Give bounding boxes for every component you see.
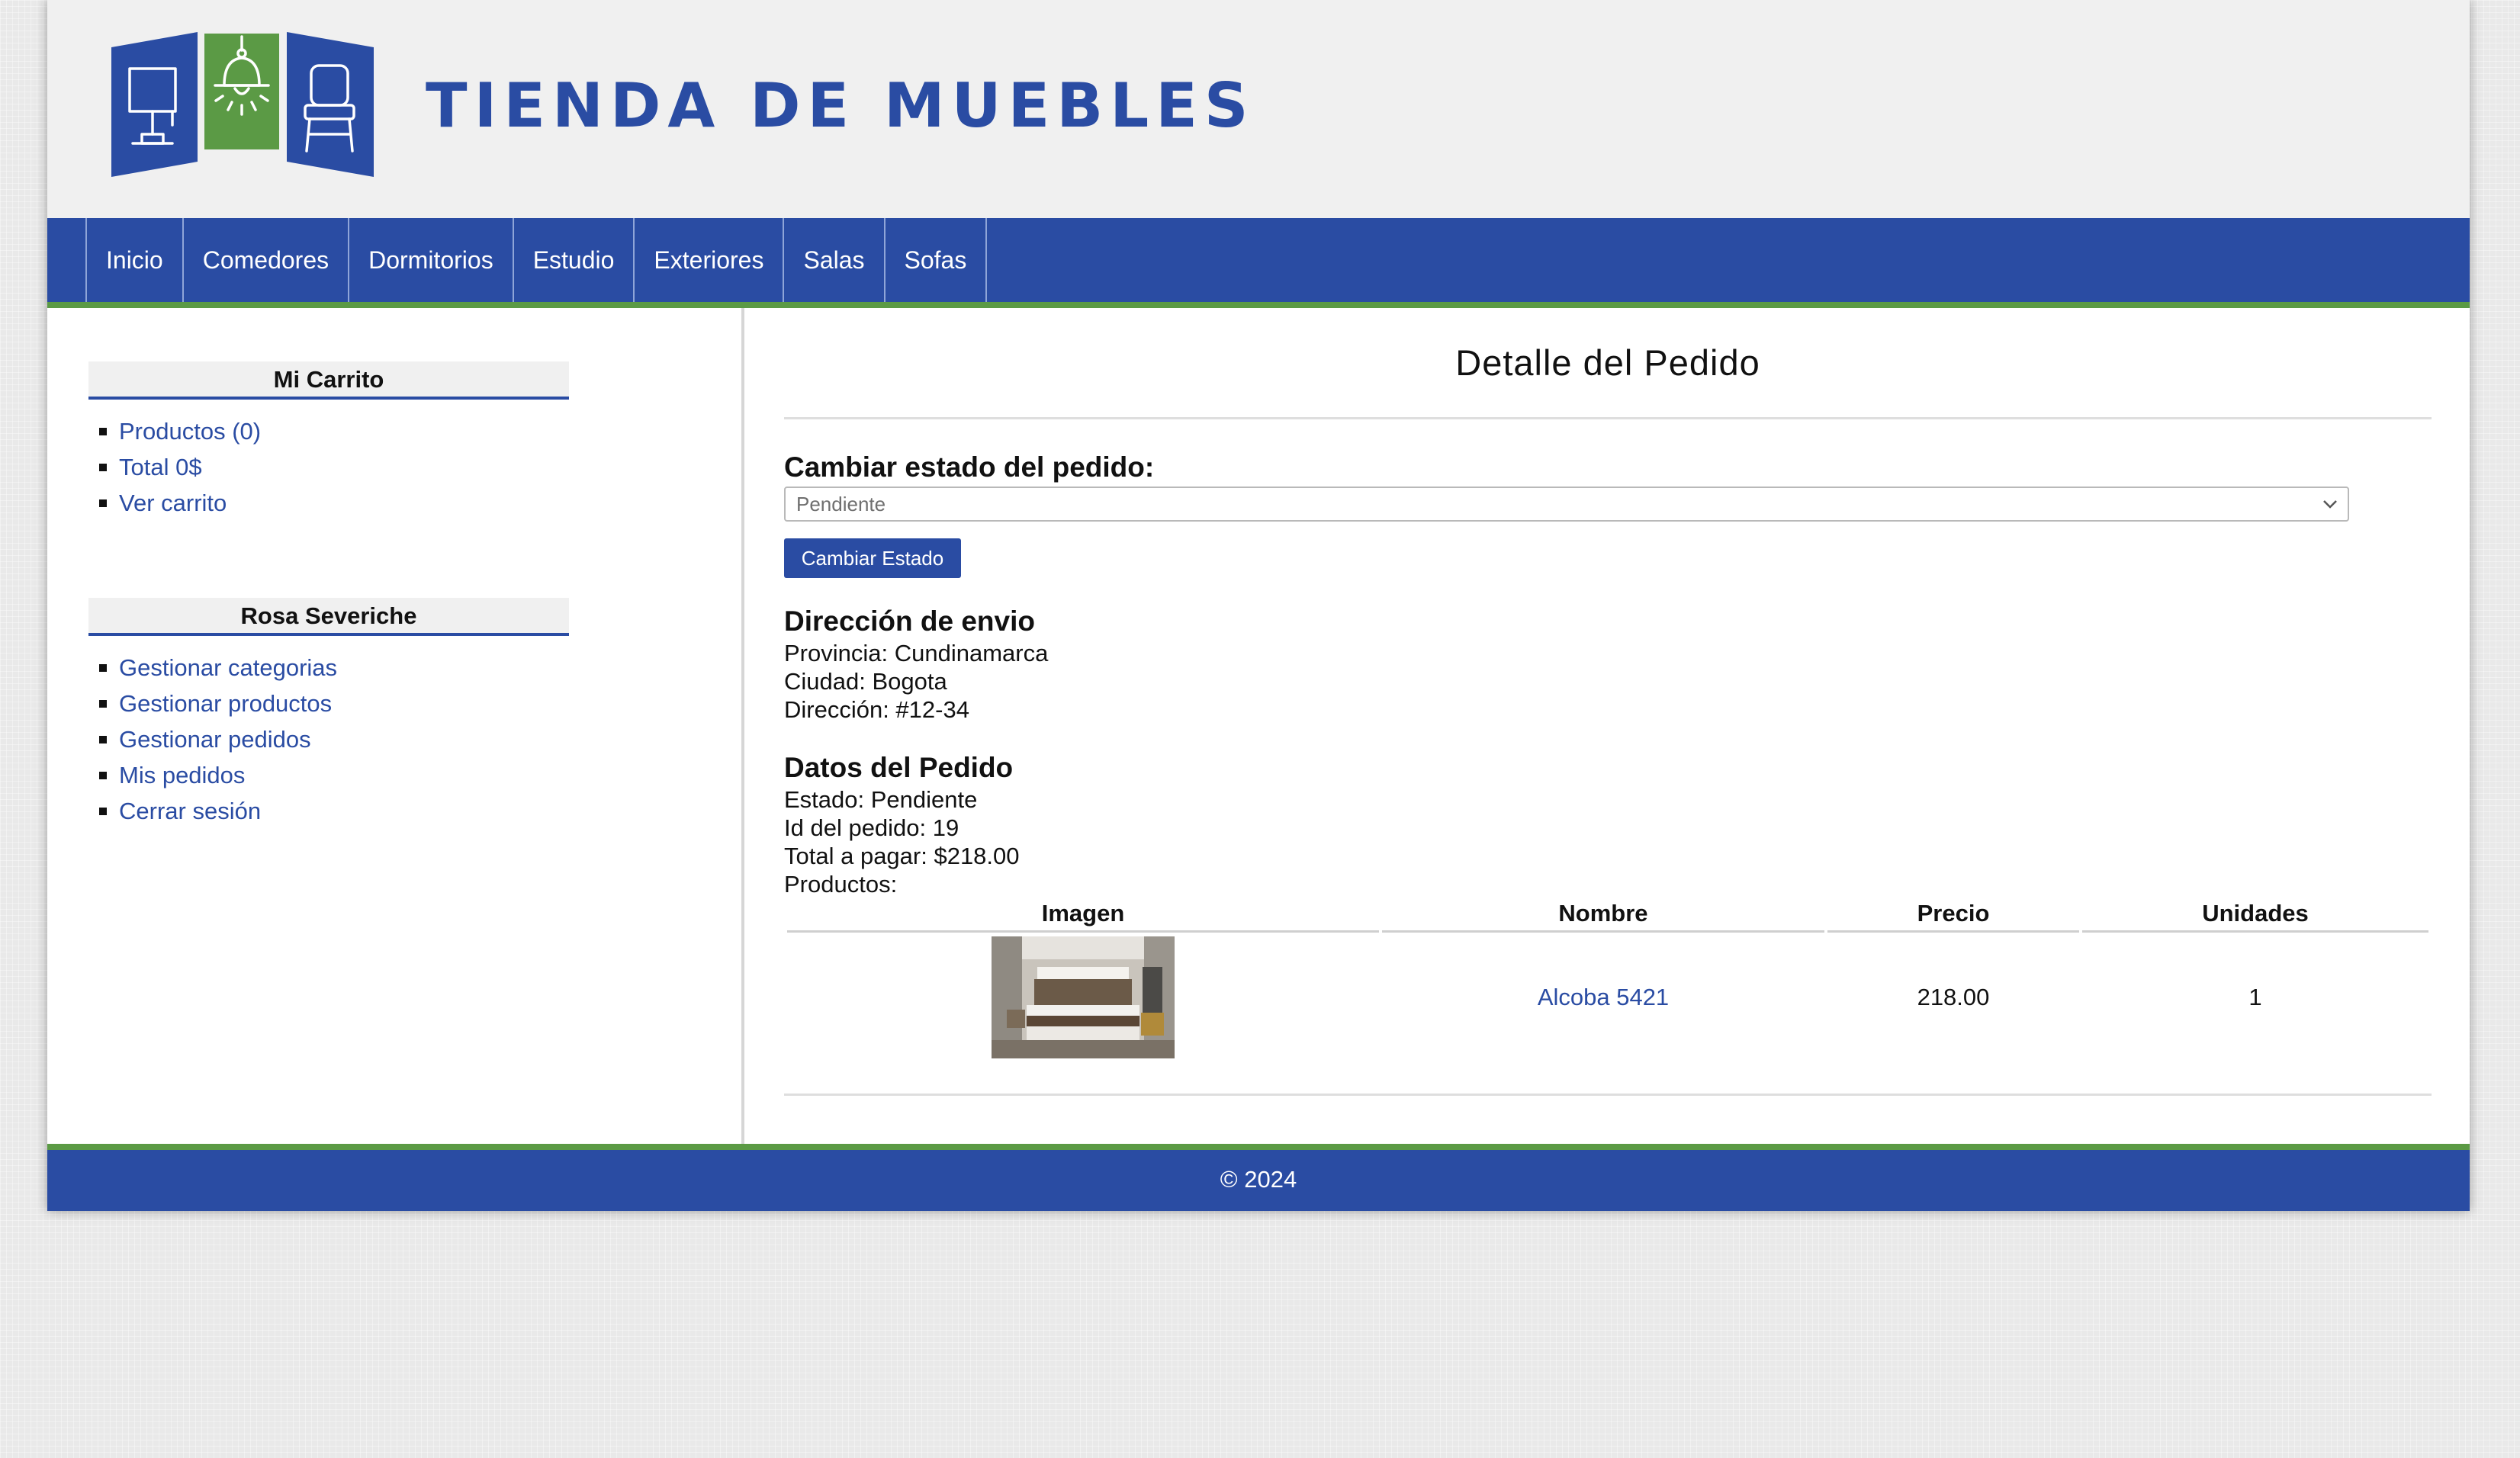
shipping-address-details: Provincia: Cundinamarca Ciudad: Bogota D… (784, 639, 1048, 724)
main-navigation: Inicio Comedores Dormitorios Estudio Ext… (47, 218, 2470, 308)
user-menu-list: Gestionar categorias Gestionar productos… (88, 650, 569, 829)
cart-products-link[interactable]: Productos (0) (88, 413, 569, 449)
my-orders-link[interactable]: Mis pedidos (88, 757, 569, 793)
nav-item-estudio[interactable]: Estudio (512, 218, 634, 302)
nav-item-salas[interactable]: Salas (783, 218, 883, 302)
column-header-image: Imagen (787, 897, 1379, 933)
cart-block-title: Mi Carrito (88, 361, 569, 400)
order-status-select[interactable]: Pendiente (784, 487, 2349, 522)
view-cart-link[interactable]: Ver carrito (88, 485, 569, 521)
order-id: Id del pedido: 19 (784, 814, 959, 841)
table-row-units-cell: 1 (2248, 984, 2262, 1010)
manage-products-link[interactable]: Gestionar productos (88, 686, 569, 721)
column-header-units: Unidades (2082, 897, 2428, 933)
column-header-price: Precio (1827, 897, 2079, 933)
nav-item-sofas[interactable]: Sofas (883, 218, 988, 302)
shipping-address-title: Dirección de envio (784, 605, 1035, 637)
table-row-name-cell: Alcoba 5421 (1382, 936, 1824, 1058)
table-row-price-cell: 218.00 (1917, 984, 1990, 1010)
user-name-title: Rosa Severiche (88, 598, 569, 636)
product-image[interactable] (992, 936, 1175, 1058)
column-header-name: Nombre (1382, 897, 1824, 933)
manage-categories-link[interactable]: Gestionar categorias (88, 650, 569, 686)
nav-item-exteriores[interactable]: Exteriores (633, 218, 783, 302)
site-footer: © 2024 (47, 1144, 2470, 1211)
order-total: Total a pagar: $218.00 (784, 843, 1020, 869)
order-products-label: Productos: (784, 871, 898, 898)
nav-item-dormitorios[interactable]: Dormitorios (348, 218, 513, 302)
product-name-link[interactable]: Alcoba 5421 (1538, 984, 1669, 1011)
order-data-title: Datos del Pedido (784, 752, 1014, 783)
nav-item-inicio[interactable]: Inicio (85, 218, 182, 302)
order-data-details: Estado: Pendiente Id del pedido: 19 Tota… (784, 785, 1020, 898)
nav-item-comedores[interactable]: Comedores (182, 218, 348, 302)
sidebar: Mi Carrito Productos (0) Total 0$ Ver ca… (47, 308, 744, 1144)
change-status-label: Cambiar estado del pedido: (784, 451, 1155, 483)
order-status: Estado: Pendiente (784, 786, 978, 813)
table-row-image-cell (787, 936, 1379, 1058)
table-bottom-divider (784, 1094, 2432, 1096)
chevron-down-icon (2323, 500, 2337, 509)
logout-link[interactable]: Cerrar sesión (88, 793, 569, 829)
page-wrapper: TIENDA DE MUEBLES Inicio Comedores Dormi… (47, 0, 2470, 1211)
furniture-store-logo-icon[interactable] (110, 32, 374, 177)
cart-total-link[interactable]: Total 0$ (88, 449, 569, 485)
manage-orders-link[interactable]: Gestionar pedidos (88, 721, 569, 757)
cart-block: Mi Carrito Productos (0) Total 0$ Ver ca… (88, 361, 569, 521)
change-status-button[interactable]: Cambiar Estado (784, 538, 961, 578)
main-content: Detalle del Pedido Cambiar estado del pe… (784, 308, 2432, 1144)
page-title: Detalle del Pedido (1455, 342, 1760, 383)
shipping-province: Provincia: Cundinamarca (784, 640, 1049, 666)
shipping-city: Ciudad: Bogota (784, 668, 947, 695)
user-block: Rosa Severiche Gestionar categorias Gest… (88, 598, 569, 829)
shipping-address: Dirección: #12-34 (784, 696, 969, 723)
order-status-selected-value: Pendiente (796, 493, 886, 515)
site-header: TIENDA DE MUEBLES (47, 0, 2470, 218)
cart-list: Productos (0) Total 0$ Ver carrito (88, 413, 569, 521)
copyright-text: © 2024 (1220, 1166, 1297, 1193)
site-title[interactable]: TIENDA DE MUEBLES (426, 70, 1255, 141)
heading-divider (784, 417, 2432, 419)
